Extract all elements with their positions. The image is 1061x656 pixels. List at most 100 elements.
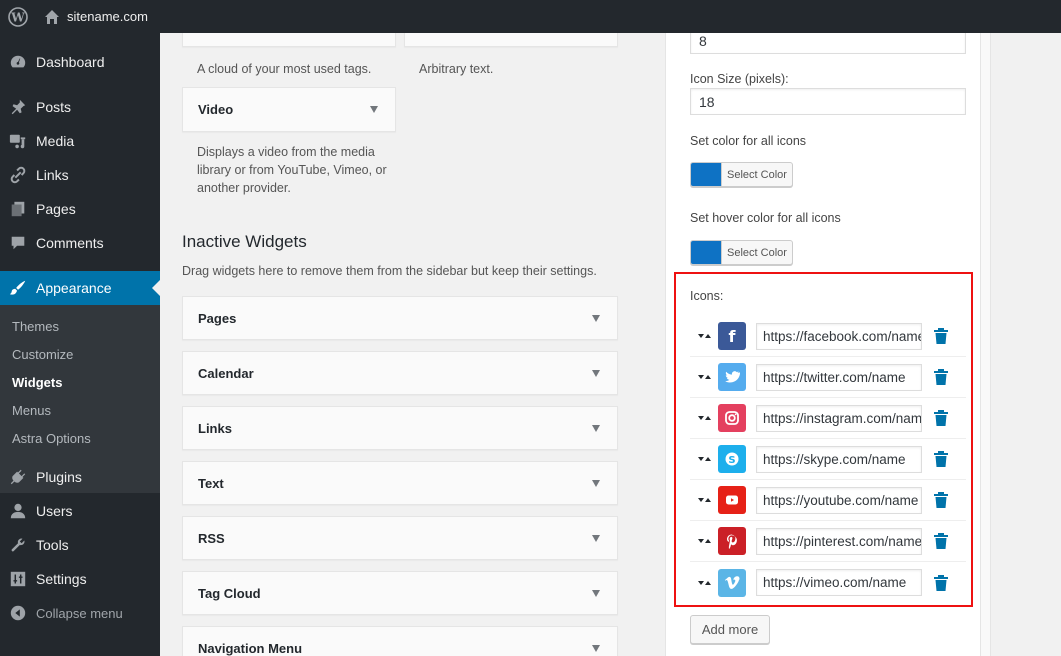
- chevron-down-icon[interactable]: [592, 314, 600, 322]
- trash-icon[interactable]: [934, 492, 948, 508]
- sidebar-item-pages[interactable]: Pages: [0, 192, 160, 226]
- sidebar-item-label: Settings: [36, 571, 87, 587]
- sort-arrows-icon[interactable]: [698, 413, 712, 423]
- icon-row-pinterest: https://pinterest.com/name: [690, 521, 966, 562]
- trash-icon[interactable]: [934, 328, 948, 344]
- sidebar-item-label: Comments: [36, 235, 104, 251]
- sidebar-item-label: Appearance: [36, 280, 112, 296]
- sidebar-item-tools[interactable]: Tools: [0, 528, 160, 562]
- sort-arrows-icon[interactable]: [698, 372, 712, 382]
- icon-row-vimeo: https://vimeo.com/name: [690, 562, 966, 603]
- sidebar-item-label: Users: [36, 503, 73, 519]
- sidebar-item-label: Tools: [36, 537, 69, 553]
- chevron-down-icon[interactable]: [370, 106, 378, 113]
- pages-icon: [8, 199, 28, 219]
- sidebar-item-appearance[interactable]: Appearance: [0, 271, 160, 305]
- comment-icon: [8, 233, 28, 253]
- trash-icon[interactable]: [934, 574, 948, 591]
- trash-icon[interactable]: [934, 451, 948, 467]
- inactive-widget-links[interactable]: Links: [182, 406, 618, 450]
- icon-row-twitter: https://twitter.com/name: [690, 357, 966, 398]
- tag-cloud-description: A cloud of your most used tags.: [197, 62, 372, 76]
- sort-arrows-icon[interactable]: [698, 495, 712, 505]
- inactive-widget-text[interactable]: Text: [182, 461, 618, 505]
- youtube-url-input[interactable]: https://youtube.com/name: [756, 486, 922, 514]
- select-hover-color-button[interactable]: Select Color: [690, 240, 793, 265]
- skype-url-input[interactable]: https://skype.com/name: [756, 445, 922, 473]
- sort-arrows-icon[interactable]: [698, 454, 712, 464]
- submenu-item-themes[interactable]: Themes: [0, 312, 160, 340]
- link-icon: [8, 165, 28, 185]
- hover-color-swatch: [691, 241, 721, 264]
- icon-row-skype: S https://skype.com/name: [690, 439, 966, 480]
- sort-arrows-icon[interactable]: [698, 536, 712, 546]
- sidebar-item-links[interactable]: Links: [0, 158, 160, 192]
- sidebar-item-label: Media: [36, 133, 75, 149]
- sort-arrows-icon[interactable]: [698, 578, 712, 588]
- sidebar-item-media[interactable]: Media: [0, 124, 160, 158]
- pinterest-url-input[interactable]: https://pinterest.com/name: [756, 527, 922, 555]
- facebook-url-input[interactable]: https://facebook.com/name: [756, 322, 922, 350]
- sort-arrows-icon[interactable]: [698, 331, 712, 341]
- twitter-url-input[interactable]: https://twitter.com/name: [756, 363, 922, 391]
- pinterest-icon: [718, 527, 746, 555]
- inactive-widget-rss[interactable]: RSS: [182, 516, 618, 560]
- sidebar-item-settings[interactable]: Settings: [0, 562, 160, 596]
- trash-icon[interactable]: [934, 533, 948, 549]
- select-color-button[interactable]: Select Color: [690, 162, 793, 187]
- widget-video[interactable]: Video: [182, 87, 396, 132]
- widget-title: Text: [198, 475, 224, 491]
- sidebar-item-users[interactable]: Users: [0, 494, 160, 528]
- widget-title: Navigation Menu: [198, 640, 303, 656]
- chevron-down-icon[interactable]: [592, 479, 600, 487]
- submenu-item-customize[interactable]: Customize: [0, 340, 160, 368]
- inactive-widget-navigation-menu[interactable]: Navigation Menu: [182, 626, 618, 656]
- submenu-item-widgets[interactable]: Widgets: [0, 368, 160, 396]
- settings-icon: [8, 569, 28, 589]
- submenu-item-menus[interactable]: Menus: [0, 396, 160, 424]
- icon-row-facebook: f https://facebook.com/name: [690, 316, 966, 357]
- widget-title: Video: [198, 102, 234, 117]
- color-label: Set color for all icons: [690, 134, 807, 148]
- icon-row-instagram: https://instagram.com/name: [690, 398, 966, 439]
- sidebar-item-label: Plugins: [36, 469, 82, 485]
- paintbrush-icon: [8, 278, 28, 298]
- widget-title: Links: [198, 420, 232, 436]
- social-icons-widget-panel: 8 Icon Size (pixels): 18 Set color for a…: [665, 27, 981, 656]
- collapse-menu-button[interactable]: Collapse menu: [0, 596, 160, 630]
- sidebar-item-posts[interactable]: Posts: [0, 90, 160, 124]
- wrench-icon: [8, 535, 28, 555]
- twitter-icon: [718, 363, 746, 391]
- select-color-label: Select Color: [721, 163, 792, 186]
- chevron-down-icon[interactable]: [592, 589, 600, 597]
- chevron-down-icon[interactable]: [592, 534, 600, 542]
- widget-title: Calendar: [198, 365, 254, 381]
- home-icon: [45, 9, 59, 24]
- collapse-menu-label: Collapse menu: [36, 605, 123, 621]
- inactive-widget-pages[interactable]: Pages: [182, 296, 618, 340]
- color-swatch: [691, 163, 721, 186]
- skype-icon: S: [718, 445, 746, 473]
- add-more-button[interactable]: Add more: [690, 615, 770, 644]
- wordpress-logo-icon[interactable]: W: [0, 0, 36, 33]
- site-name-link[interactable]: sitename.com: [44, 9, 148, 25]
- inactive-widget-tag-cloud[interactable]: Tag Cloud: [182, 571, 618, 615]
- sidebar-item-comments[interactable]: Comments: [0, 226, 160, 260]
- trash-icon[interactable]: [934, 410, 948, 426]
- chevron-down-icon[interactable]: [592, 369, 600, 377]
- submenu-item-astra-options[interactable]: Astra Options: [0, 424, 160, 452]
- icons-label: Icons:: [690, 289, 724, 303]
- trash-icon[interactable]: [934, 369, 948, 385]
- vimeo-url-input[interactable]: https://vimeo.com/name: [756, 569, 922, 596]
- sidebar-item-dashboard[interactable]: Dashboard: [0, 45, 160, 79]
- chevron-down-icon[interactable]: [592, 424, 600, 432]
- sidebar-item-plugins[interactable]: Plugins: [0, 460, 160, 494]
- icons-list-highlight: Icons: f https://facebook.com/name https…: [674, 272, 973, 607]
- chevron-down-icon[interactable]: [592, 644, 600, 652]
- icon-size-input[interactable]: 18: [690, 88, 966, 115]
- instagram-url-input[interactable]: https://instagram.com/name: [756, 404, 922, 432]
- widget-title: Tag Cloud: [198, 585, 261, 601]
- sidebar-item-label: Links: [36, 167, 69, 183]
- collapse-icon: [8, 603, 28, 623]
- inactive-widget-calendar[interactable]: Calendar: [182, 351, 618, 395]
